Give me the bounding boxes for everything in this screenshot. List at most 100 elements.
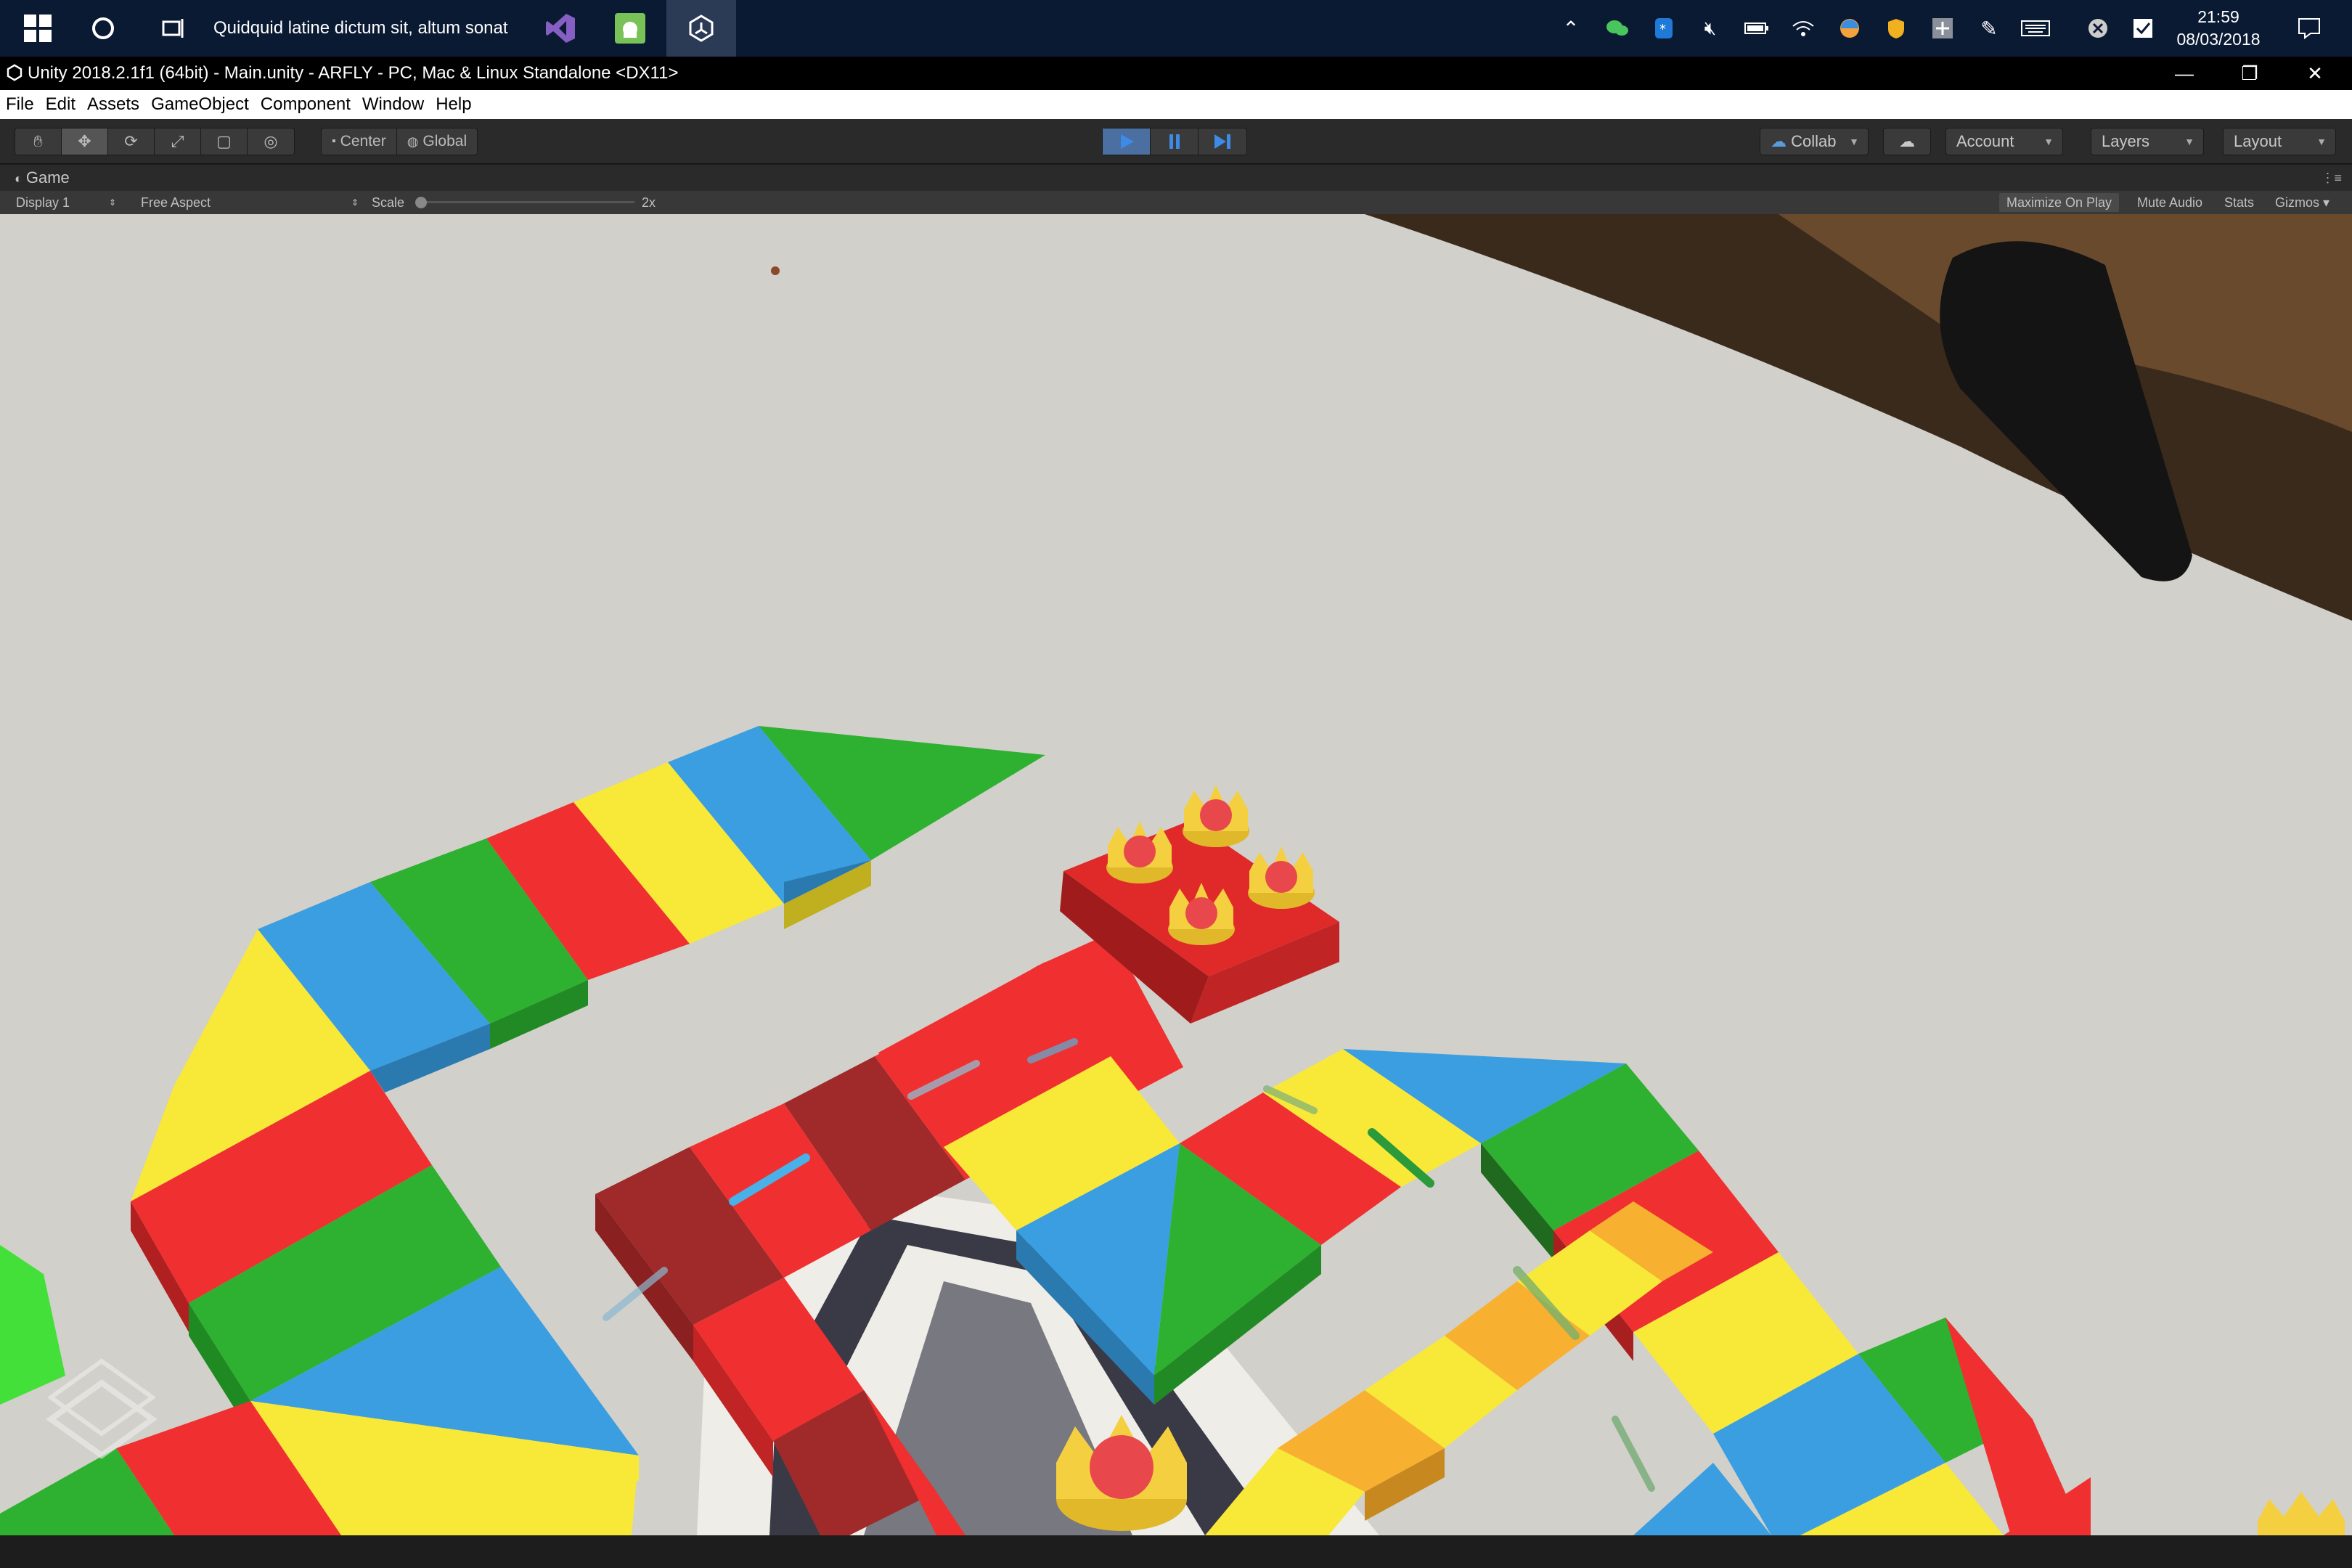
maximize-on-play-label: Maximize On Play <box>2006 195 2112 210</box>
cloud-button[interactable]: ☁︎ <box>1883 128 1931 155</box>
menu-help[interactable]: Help <box>436 94 471 115</box>
collab-dropdown[interactable]: ☁︎ Collab ▼ <box>1760 128 1869 155</box>
pen-icon[interactable]: ✎ <box>1969 0 2009 57</box>
display-select-arrows-icon: ⇕ <box>109 197 117 208</box>
windows-taskbar: Quidquid latine dictum sit, altum sonat … <box>0 0 2352 57</box>
aspect-select-arrows-icon: ⇕ <box>351 197 359 208</box>
layout-caret-icon: ▼ <box>2316 136 2327 147</box>
action-center-icon[interactable] <box>2284 0 2335 57</box>
game-tab-label: Game <box>25 168 70 187</box>
wifi-icon[interactable] <box>1783 0 1824 57</box>
layers-dropdown[interactable]: Layers ▼ <box>2091 128 2204 155</box>
rotation-global-button[interactable]: ◍ Global <box>397 128 477 155</box>
menu-bar: File Edit Assets GameObject Component Wi… <box>0 90 2352 119</box>
aspect-select[interactable]: Free Aspect <box>141 191 211 214</box>
battery-icon[interactable] <box>1736 0 1777 57</box>
checkbox-tray-icon[interactable] <box>2123 0 2163 57</box>
pivot-toggles: ▪ Center ◍ Global <box>321 128 478 155</box>
browser-icon[interactable] <box>1829 0 1870 57</box>
scale-slider-track[interactable] <box>417 201 634 203</box>
play-icon <box>1120 134 1134 149</box>
menu-file[interactable]: File <box>6 94 34 115</box>
game-tab-strip: ⋮≡ <box>0 165 2352 191</box>
menu-gameobject[interactable]: GameObject <box>151 94 249 115</box>
pivot-icon: ▪ <box>332 135 336 147</box>
task-view-icon[interactable] <box>150 0 196 57</box>
volume-muted-icon[interactable]: 🔇︎ <box>1690 0 1731 57</box>
account-dropdown[interactable]: Account ▼ <box>1945 128 2063 155</box>
move-tool-icon[interactable]: ✥ <box>62 128 108 155</box>
cortana-icon[interactable] <box>80 0 126 57</box>
keyboard-icon[interactable] <box>2015 0 2056 57</box>
tray-chevron-icon[interactable]: ⌃ <box>1551 0 1591 57</box>
collab-label: Collab <box>1791 132 1837 150</box>
display-label: Display 1 <box>16 195 70 210</box>
unity-logo-icon <box>7 64 23 81</box>
play-button[interactable] <box>1103 128 1151 155</box>
wechat-icon[interactable] <box>1597 0 1638 57</box>
hand-tool-icon[interactable]: ✋︎ <box>15 128 62 155</box>
stats-toggle[interactable]: Stats <box>2217 193 2261 212</box>
game-tab[interactable]: ◐ Game <box>0 165 109 191</box>
menu-edit[interactable]: Edit <box>46 94 75 115</box>
pivot-center-button[interactable]: ▪ Center <box>322 128 397 155</box>
stats-label: Stats <box>2224 195 2255 210</box>
layout-label: Layout <box>2234 132 2282 150</box>
step-icon <box>1214 134 1230 149</box>
aspect-label: Free Aspect <box>141 195 211 210</box>
clock-date: 08/03/2018 <box>2176 30 2261 49</box>
game-viewport[interactable] <box>0 214 2352 1535</box>
layout-dropdown[interactable]: Layout ▼ <box>2223 128 2336 155</box>
clock-time: 21:59 <box>2197 7 2239 26</box>
panel-menu-icon[interactable]: ⋮≡ <box>2321 171 2342 186</box>
game-view-toolbar: Display 1 ⇕ Free Aspect ⇕ Scale 2x Maxim… <box>0 191 2352 214</box>
game-tab-icon: ◐ <box>15 171 26 186</box>
transform-tool-icon[interactable]: ◎ <box>248 128 294 155</box>
play-controls <box>1102 128 1247 155</box>
pause-button[interactable] <box>1151 128 1199 155</box>
collab-icon: ☁︎ <box>1771 132 1792 150</box>
gizmos-label: Gizmos <box>2275 195 2320 210</box>
gizmos-toggle[interactable]: Gizmos ▾ <box>2268 193 2337 212</box>
step-button[interactable] <box>1199 128 1246 155</box>
close-button[interactable]: ✕ <box>2282 57 2348 90</box>
scale-tool-icon[interactable]: ⤢ <box>155 128 201 155</box>
rotation-global-label: Global <box>422 133 467 150</box>
security-shield-icon[interactable] <box>1876 0 1916 57</box>
globe-icon: ◍ <box>407 134 419 149</box>
restore-button[interactable]: ❐ <box>2217 57 2282 90</box>
minimize-button[interactable]: — <box>2152 57 2217 90</box>
taskbar-search-text[interactable]: Quidquid latine dictum sit, altum sonat <box>213 0 508 57</box>
add-app-icon[interactable] <box>1922 0 1963 57</box>
scale-label: Scale <box>372 195 405 210</box>
layers-caret-icon: ▼ <box>2184 136 2194 147</box>
editor-toolbar: ✋︎ ✥ ⟳ ⤢ ▢ ◎ ▪ Center ◍ Global ☁︎ Collab ▼ … <box>0 119 2352 164</box>
visual-studio-icon[interactable] <box>537 0 584 57</box>
ar-scene <box>0 214 2352 1535</box>
android-studio-icon[interactable] <box>607 0 653 57</box>
mute-audio-label: Mute Audio <box>2137 195 2203 210</box>
scale-value: 2x <box>642 195 656 210</box>
bluetooth-icon[interactable]: * <box>1643 0 1684 57</box>
pivot-center-label: Center <box>340 133 386 150</box>
close-circle-icon[interactable] <box>2078 0 2118 57</box>
menu-assets[interactable]: Assets <box>87 94 139 115</box>
account-caret-icon: ▼ <box>2043 136 2054 147</box>
rotate-tool-icon[interactable]: ⟳ <box>108 128 155 155</box>
pause-icon <box>1169 134 1180 149</box>
scale-slider-thumb[interactable] <box>415 197 427 208</box>
unity-taskbar-icon[interactable] <box>666 0 736 57</box>
rect-tool-icon[interactable]: ▢ <box>201 128 248 155</box>
cloud-icon: ☁︎ <box>1899 132 1915 150</box>
window-title-bar: Unity 2018.2.1f1 (64bit) - Main.unity - … <box>0 57 2352 90</box>
menu-component[interactable]: Component <box>261 94 351 115</box>
mute-audio-toggle[interactable]: Mute Audio <box>2130 193 2210 212</box>
display-select[interactable]: Display 1 <box>16 191 70 214</box>
system-clock[interactable]: 21:59 08/03/2018 <box>2168 6 2269 51</box>
transform-tools: ✋︎ ✥ ⟳ ⤢ ▢ ◎ <box>15 128 295 155</box>
windows-start-icon[interactable] <box>15 0 61 57</box>
maximize-on-play-toggle[interactable]: Maximize On Play <box>1999 193 2120 212</box>
menu-window[interactable]: Window <box>362 94 424 115</box>
collab-caret-icon: ▼ <box>1849 136 1859 147</box>
table-speck <box>771 266 780 275</box>
